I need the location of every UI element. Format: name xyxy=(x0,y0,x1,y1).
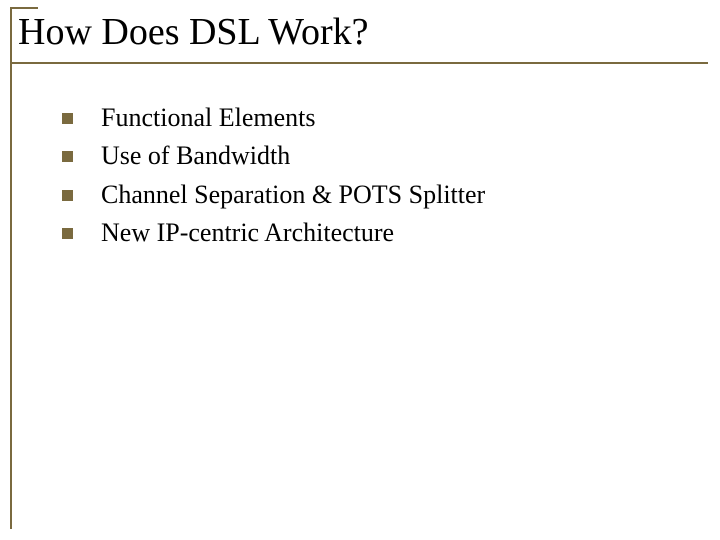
square-bullet-icon xyxy=(62,113,73,124)
slide: How Does DSL Work? Functional Elements U… xyxy=(0,0,720,540)
square-bullet-icon xyxy=(62,151,73,162)
rule-left xyxy=(10,7,12,529)
list-item-text: Channel Separation & POTS Splitter xyxy=(101,179,485,212)
content-area: Functional Elements Use of Bandwidth Cha… xyxy=(0,54,720,250)
list-item: Channel Separation & POTS Splitter xyxy=(62,179,680,212)
square-bullet-icon xyxy=(62,190,73,201)
square-bullet-icon xyxy=(62,228,73,239)
rule-bottom xyxy=(10,62,708,64)
list-item: Use of Bandwidth xyxy=(62,140,680,173)
list-item: New IP-centric Architecture xyxy=(62,217,680,250)
slide-title: How Does DSL Work? xyxy=(18,12,720,54)
list-item-text: Functional Elements xyxy=(101,102,315,135)
title-wrap: How Does DSL Work? xyxy=(0,0,720,54)
list-item-text: Use of Bandwidth xyxy=(101,140,290,173)
list-item: Functional Elements xyxy=(62,102,680,135)
list-item-text: New IP-centric Architecture xyxy=(101,217,394,250)
